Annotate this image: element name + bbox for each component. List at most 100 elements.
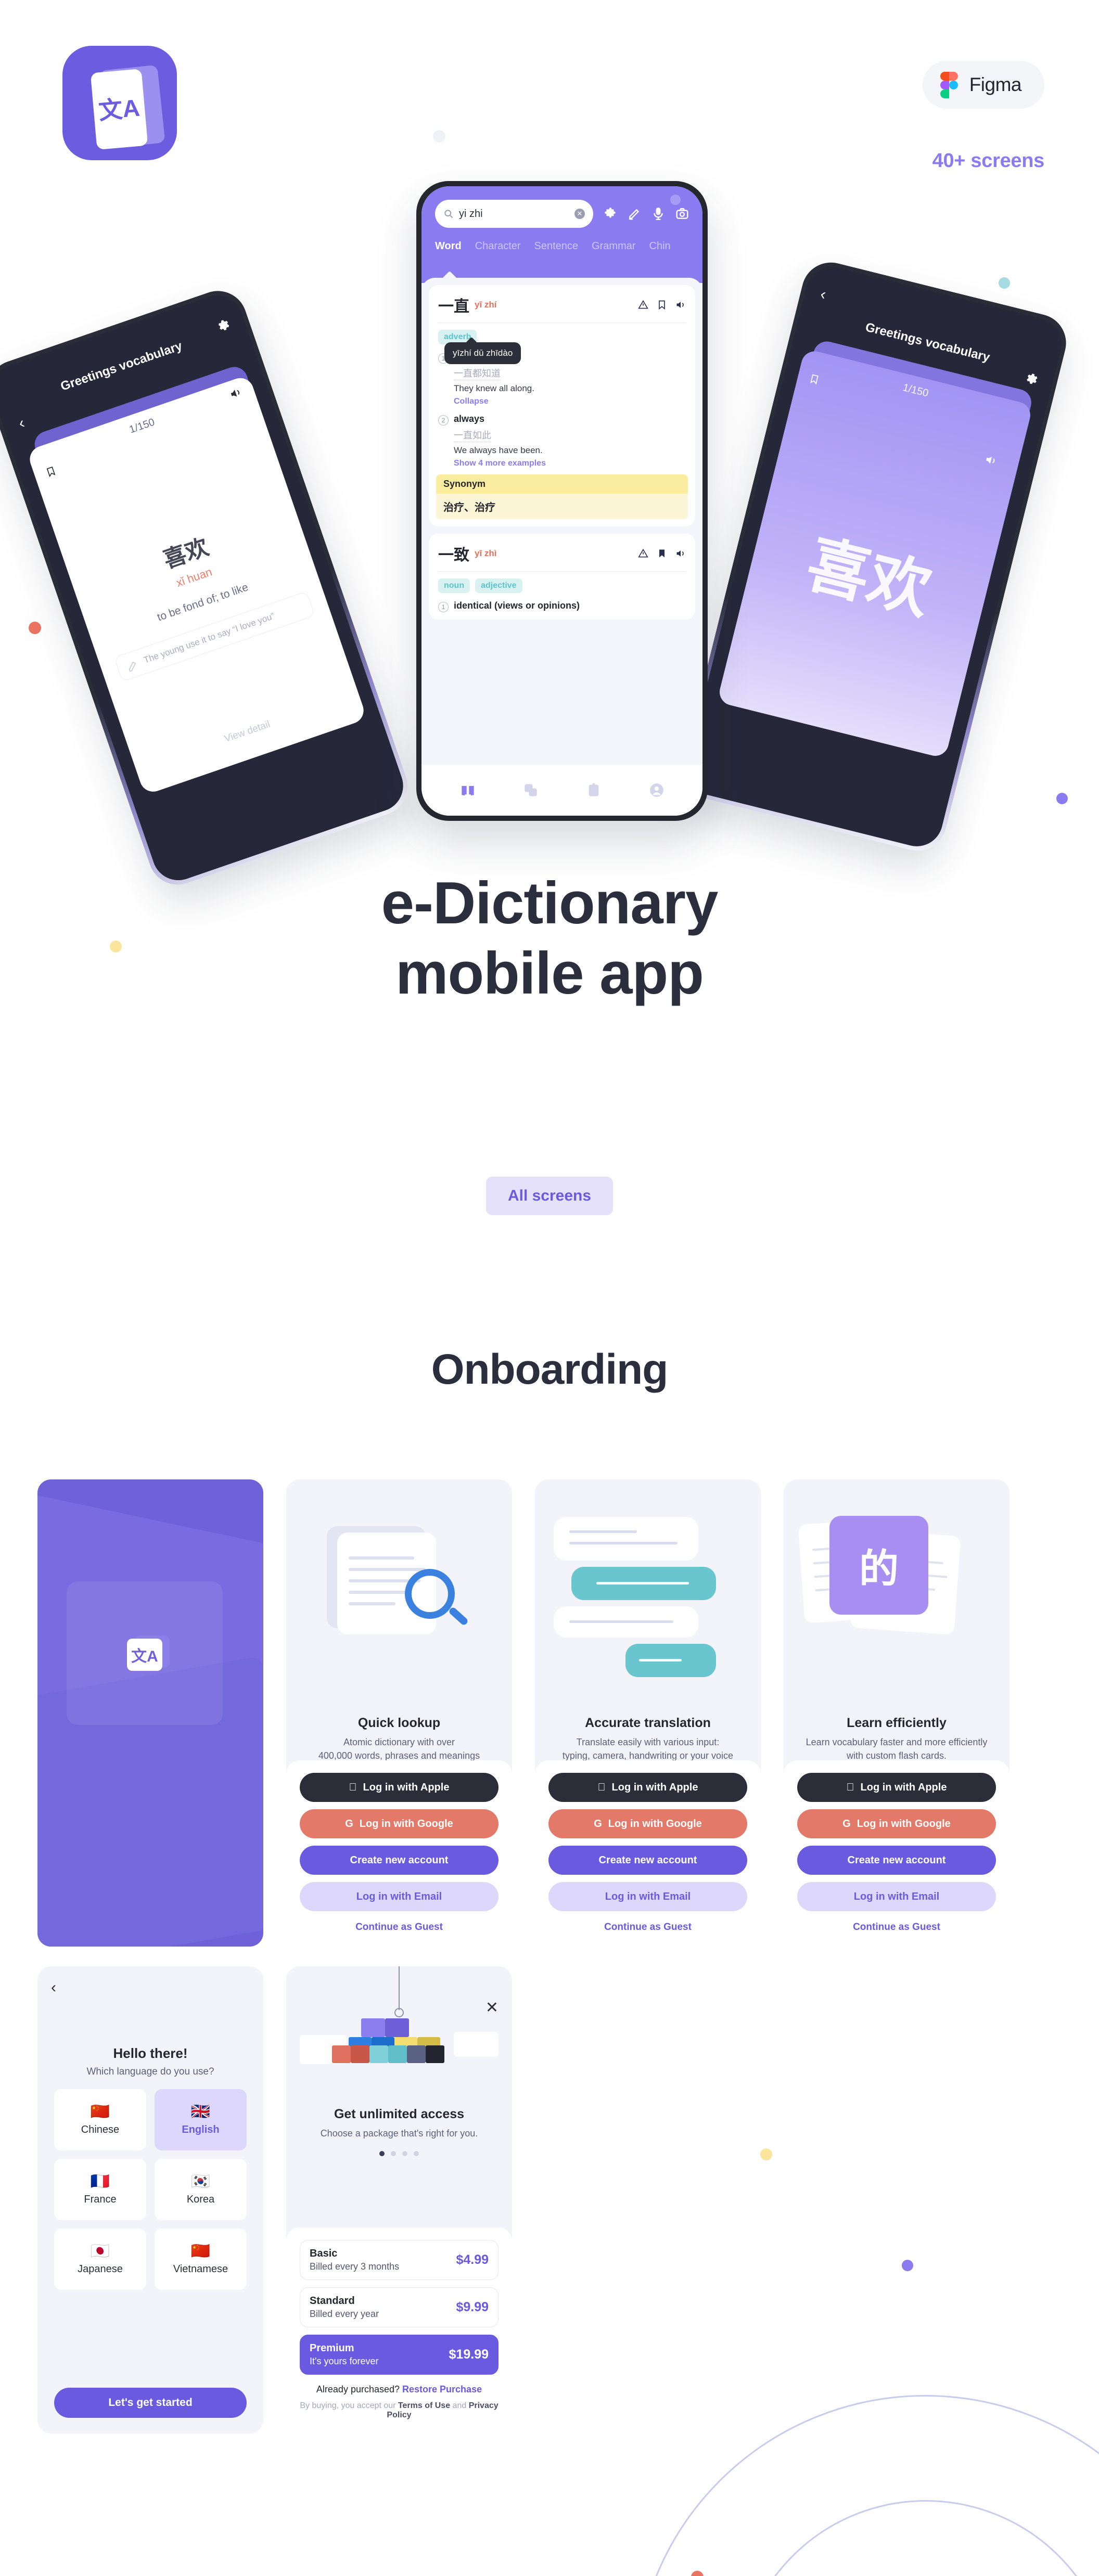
tab-grammar[interactable]: Grammar: [592, 240, 635, 252]
sense-example-cn[interactable]: 一直都知道: [454, 366, 501, 380]
slide-dot[interactable]: [414, 2150, 419, 2156]
plan-standard[interactable]: Standard Billed every year $9.99: [300, 2287, 499, 2327]
bookmark-icon[interactable]: [808, 371, 821, 387]
plan-premium[interactable]: Premium It's yours forever $19.99: [300, 2335, 499, 2375]
chevron-left-icon[interactable]: ‹: [819, 286, 828, 304]
login-email-button[interactable]: Log in with Email: [300, 1882, 499, 1911]
pos-tag: noun: [438, 578, 470, 593]
language-option-france[interactable]: 🇫🇷 France: [54, 2159, 146, 2220]
list-icon[interactable]: [586, 783, 601, 797]
slide-dot[interactable]: [402, 2150, 407, 2156]
sense-example-cn[interactable]: 一直如此: [454, 428, 491, 442]
sense-example-en: They knew all along.: [454, 383, 534, 393]
speaker-icon[interactable]: [675, 300, 686, 310]
pricing-subtitle: Choose a package that's right for you.: [320, 2128, 478, 2139]
login-google-button[interactable]: G Log in with Google: [300, 1809, 499, 1838]
pinyin-tooltip: yīzhí dū zhīdào: [444, 342, 521, 364]
pen-icon[interactable]: [628, 207, 641, 221]
report-warning-icon[interactable]: [638, 300, 648, 310]
dictionary-header: yi zhi ✕ Word Character Sentence Grammar…: [421, 186, 702, 283]
plan-basic[interactable]: Basic Billed every 3 months $4.99: [300, 2240, 499, 2280]
flashcard-front[interactable]: 1/150 喜欢 xǐ huan to be fond of; to like …: [26, 374, 367, 795]
pos-tags-2: noun adjective: [438, 578, 686, 593]
all-screens-button[interactable]: All screens: [485, 1177, 614, 1215]
restore-purchase-link[interactable]: Restore Purchase: [402, 2384, 482, 2394]
flashcards-illustration: 的: [797, 1508, 996, 1716]
bookmark-icon[interactable]: [44, 463, 58, 480]
speaker-icon[interactable]: [983, 453, 999, 468]
continue-guest-button[interactable]: Continue as Guest: [797, 1918, 996, 1933]
collapse-link[interactable]: Collapse: [454, 397, 686, 406]
camera-icon[interactable]: [675, 207, 689, 221]
flashcard-view-detail[interactable]: View detail: [134, 688, 361, 776]
create-account-button[interactable]: Create new account: [797, 1846, 996, 1875]
pricing-top: ✕ Get unlimited access Choose a package …: [286, 1966, 512, 2247]
bookmark-icon[interactable]: [657, 300, 667, 310]
bubble-line: [569, 1542, 678, 1544]
login-google-button[interactable]: G Log in with Google: [797, 1809, 996, 1838]
onboarding-card-language: ‹ Hello there! Which language do you use…: [37, 1966, 263, 2433]
create-account-button[interactable]: Create new account: [548, 1846, 747, 1875]
language-option-korea[interactable]: 🇰🇷 Korea: [155, 2159, 247, 2220]
sense-definition: always: [454, 414, 485, 424]
close-icon[interactable]: ✕: [574, 209, 585, 219]
terms-row: By buying, you accept our Terms of Use a…: [300, 2401, 499, 2420]
restore-prefix: Already purchased?: [316, 2384, 403, 2394]
slide-title: Quick lookup: [357, 1716, 441, 1730]
login-apple-button[interactable]: Log in with Apple: [300, 1773, 499, 1802]
page-title-line2: mobile app: [395, 940, 704, 1007]
brick-teal-2: [388, 2045, 407, 2063]
login-email-button[interactable]: Log in with Email: [797, 1882, 996, 1911]
search-row: yi zhi ✕: [435, 200, 689, 228]
mic-icon[interactable]: [651, 207, 665, 221]
plan-desc: It's yours forever: [310, 2356, 379, 2366]
search-input[interactable]: yi zhi ✕: [435, 200, 593, 228]
bookmark-icon[interactable]: [657, 548, 667, 559]
slide-dot[interactable]: [391, 2150, 396, 2156]
language-title: Hello there!: [113, 2045, 188, 2061]
chat-bubble-in-2: [554, 1606, 698, 1638]
login-apple-button[interactable]: Log in with Apple: [797, 1773, 996, 1802]
sense-body: always 一直如此 We always have been. Show 4 …: [454, 414, 686, 468]
pos-tag: adjective: [475, 578, 522, 593]
auth-panel: Log in with Apple G Log in with Google C…: [784, 1760, 1009, 1947]
doc-line: [349, 1602, 395, 1605]
language-option-japanese[interactable]: 🇯🇵 Japanese: [54, 2229, 146, 2290]
tab-word[interactable]: Word: [435, 240, 462, 252]
magnifier-handle: [448, 1606, 469, 1627]
phone-mock-right: ‹ Greetings vocabulary 1/150 喜欢: [676, 256, 1072, 857]
language-option-english[interactable]: 🇬🇧 English: [155, 2089, 247, 2150]
login-email-button[interactable]: Log in with Email: [548, 1882, 747, 1911]
word-hanzi: 一直: [438, 298, 469, 315]
figma-badge[interactable]: Figma: [922, 61, 1044, 109]
login-google-label: Log in with Google: [359, 1818, 453, 1830]
translate-icon[interactable]: [523, 783, 538, 797]
language-option-chinese[interactable]: 🇨🇳 Chinese: [54, 2089, 146, 2150]
onboarding-grid: 文A Quick lookup Atomic dictionary with o…: [37, 1479, 1062, 2453]
create-account-button[interactable]: Create new account: [300, 1846, 499, 1875]
login-google-button[interactable]: G Log in with Google: [548, 1809, 747, 1838]
continue-guest-button[interactable]: Continue as Guest: [300, 1918, 499, 1933]
tab-character[interactable]: Character: [475, 240, 521, 252]
flag-icon: 🇯🇵: [90, 2242, 110, 2260]
flag-icon: 🇨🇳: [190, 2242, 211, 2260]
slide-dot[interactable]: [379, 2150, 385, 2156]
report-warning-icon[interactable]: [638, 548, 648, 559]
profile-icon[interactable]: [649, 783, 664, 797]
plan-info: Standard Billed every year: [310, 2295, 379, 2320]
book-icon[interactable]: [461, 783, 475, 797]
puzzle-icon[interactable]: [604, 207, 617, 221]
show-more-examples-link[interactable]: Show 4 more examples: [454, 459, 686, 468]
landing-page: 文A Figma 40+ screens ‹ Greetings vocabul…: [0, 0, 1099, 2576]
terms-of-use-link[interactable]: Terms of Use: [398, 2401, 450, 2410]
tab-sentence[interactable]: Sentence: [534, 240, 579, 252]
tab-chinese[interactable]: Chin: [649, 240, 671, 252]
login-google-label: Log in with Google: [857, 1818, 951, 1830]
speaker-icon[interactable]: [675, 548, 686, 559]
get-started-button[interactable]: Let's get started: [54, 2388, 247, 2418]
login-apple-button[interactable]: Log in with Apple: [548, 1773, 747, 1802]
language-option-vietnamese[interactable]: 🇨🇳 Vietnamese: [155, 2229, 247, 2290]
chevron-left-icon[interactable]: ‹: [51, 1979, 56, 1997]
flashcard-front[interactable]: 1/150 喜欢: [717, 348, 1033, 759]
continue-guest-button[interactable]: Continue as Guest: [548, 1918, 747, 1933]
